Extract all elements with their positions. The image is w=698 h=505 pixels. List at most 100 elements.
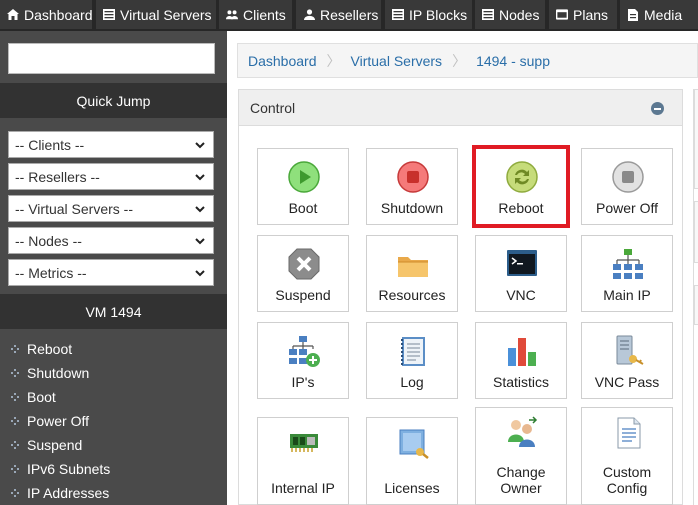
sidebar-item-shutdown[interactable]: Shutdown [0,361,227,385]
vnc-button[interactable]: VNC [475,235,567,312]
custom-config-icon [617,417,641,449]
select-value: -- Clients -- [15,136,85,153]
plans-icon [556,9,568,20]
sidebar: Quick Jump -- Clients -- -- Resellers --… [0,31,227,505]
right-panel-fragment [694,201,698,263]
suspend-button[interactable]: Suspend [257,235,349,312]
sidebar-item-label: Suspend [27,437,83,453]
tile-label: Reboot [498,200,544,216]
log-button[interactable]: Log [366,322,458,399]
statistics-button[interactable]: Statistics [475,322,567,399]
nav-tab-clients[interactable]: Clients [219,0,292,29]
nav-tab-label: Nodes [499,6,540,23]
vnc-pass-button[interactable]: VNC Pass [581,322,673,399]
tile-label: Licenses [384,480,440,496]
nav-tab-plans[interactable]: Plans [549,0,617,29]
nav-tab-label: Dashboard [24,6,92,23]
virtual-servers-select[interactable]: -- Virtual Servers -- [8,195,214,222]
vnc-pass-icon [616,335,644,365]
tile-label: Boot [288,200,318,216]
nav-tab-label: Virtual Servers [120,6,212,23]
tile-label: Suspend [275,287,331,303]
quick-jump-header: Quick Jump [0,83,227,118]
home-icon [7,9,19,20]
nav-tab-label: Clients [243,6,286,23]
metrics-select[interactable]: -- Metrics -- [8,259,214,286]
resellers-select[interactable]: -- Resellers -- [8,163,214,190]
nav-tab-media[interactable]: Media [620,0,698,29]
right-column-edge [693,89,698,505]
chevron-down-icon [195,238,205,245]
select-value: -- Nodes -- [15,232,82,249]
tile-label: Shutdown [380,200,444,216]
tile-label: Statistics [492,374,549,390]
breadcrumb-current-vm[interactable]: 1494 - supp [476,53,550,69]
nav-tab-nodes[interactable]: Nodes [475,0,545,29]
right-panel-fragment [694,285,698,325]
shutdown-icon [397,161,429,193]
sidebar-item-reboot[interactable]: Reboot [0,337,227,361]
sidebar-item-power-off[interactable]: Power Off [0,409,227,433]
boot-button[interactable]: Boot [257,148,349,225]
main-ip-button[interactable]: Main IP [581,235,673,312]
tile-label: Change Owner [496,464,546,496]
control-panel-header: Control [239,90,682,126]
ip-blocks-icon [392,9,404,20]
boot-icon [288,161,320,193]
sidebar-item-boot[interactable]: Boot [0,385,227,409]
nav-tab-label: Media [644,6,683,23]
sidebar-item-label: Boot [27,389,56,405]
chevron-down-icon [195,142,205,149]
breadcrumb-virtual-servers[interactable]: Virtual Servers [351,53,443,69]
chevron-down-icon [195,206,205,213]
chevron-down-icon [195,270,205,277]
sidebar-item-label: IPv6 Subnets [27,461,111,477]
breadcrumb: Dashboard 〉 Virtual Servers 〉 1494 - sup… [237,43,698,78]
nodes-select[interactable]: -- Nodes -- [8,227,214,254]
media-icon [627,8,639,21]
top-navigation: Dashboard Virtual Servers Clients Resell… [0,0,698,31]
dotted-bullet-icon [11,345,19,353]
chevron-down-icon [195,174,205,181]
sidebar-item-label: Shutdown [27,365,90,381]
tile-label: Resources [378,287,446,303]
ips-button[interactable]: IP's [257,322,349,399]
server-icon [103,9,115,20]
power-off-button[interactable]: Power Off [581,148,673,225]
nav-tab-virtual-servers[interactable]: Virtual Servers [96,0,216,29]
tile-label: IP's [291,374,315,390]
users-icon [226,9,238,20]
custom-config-button[interactable]: Custom Config [581,407,673,505]
change-owner-icon [508,416,538,447]
internal-ip-button[interactable]: Internal IP [257,417,349,505]
nav-tab-dashboard[interactable]: Dashboard [0,0,92,29]
panel-title: Control [250,99,296,116]
sidebar-item-ipv6-subnets[interactable]: IPv6 Subnets [0,457,227,481]
statistics-icon [508,338,536,366]
tile-label: Custom Config [602,464,652,496]
select-value: -- Virtual Servers -- [15,200,133,217]
nav-tab-ip-blocks[interactable]: IP Blocks [385,0,472,29]
vm-title: VM 1494 [85,303,142,320]
resources-button[interactable]: Resources [366,235,458,312]
sidebar-search-input[interactable] [8,43,215,74]
sidebar-item-label: Power Off [27,413,89,429]
collapse-icon[interactable] [651,102,664,115]
nav-tab-label: IP Blocks [409,6,468,23]
shutdown-button[interactable]: Shutdown [366,148,458,225]
clients-select[interactable]: -- Clients -- [8,131,214,158]
tile-label: VNC [506,287,536,303]
sidebar-item-suspend[interactable]: Suspend [0,433,227,457]
right-panel-fragment [694,89,698,189]
vm-header: VM 1494 [0,294,227,329]
sidebar-item-ip-addresses[interactable]: IP Addresses [0,481,227,505]
change-owner-button[interactable]: Change Owner [475,407,567,505]
breadcrumb-dashboard[interactable]: Dashboard [248,53,317,69]
dotted-bullet-icon [11,465,19,473]
nav-tab-resellers[interactable]: Resellers [296,0,381,29]
resources-icon [398,257,428,277]
tile-label: Log [400,374,424,390]
licenses-button[interactable]: Licenses [366,417,458,505]
log-icon [401,337,425,366]
reboot-button[interactable]: Reboot [472,145,570,228]
